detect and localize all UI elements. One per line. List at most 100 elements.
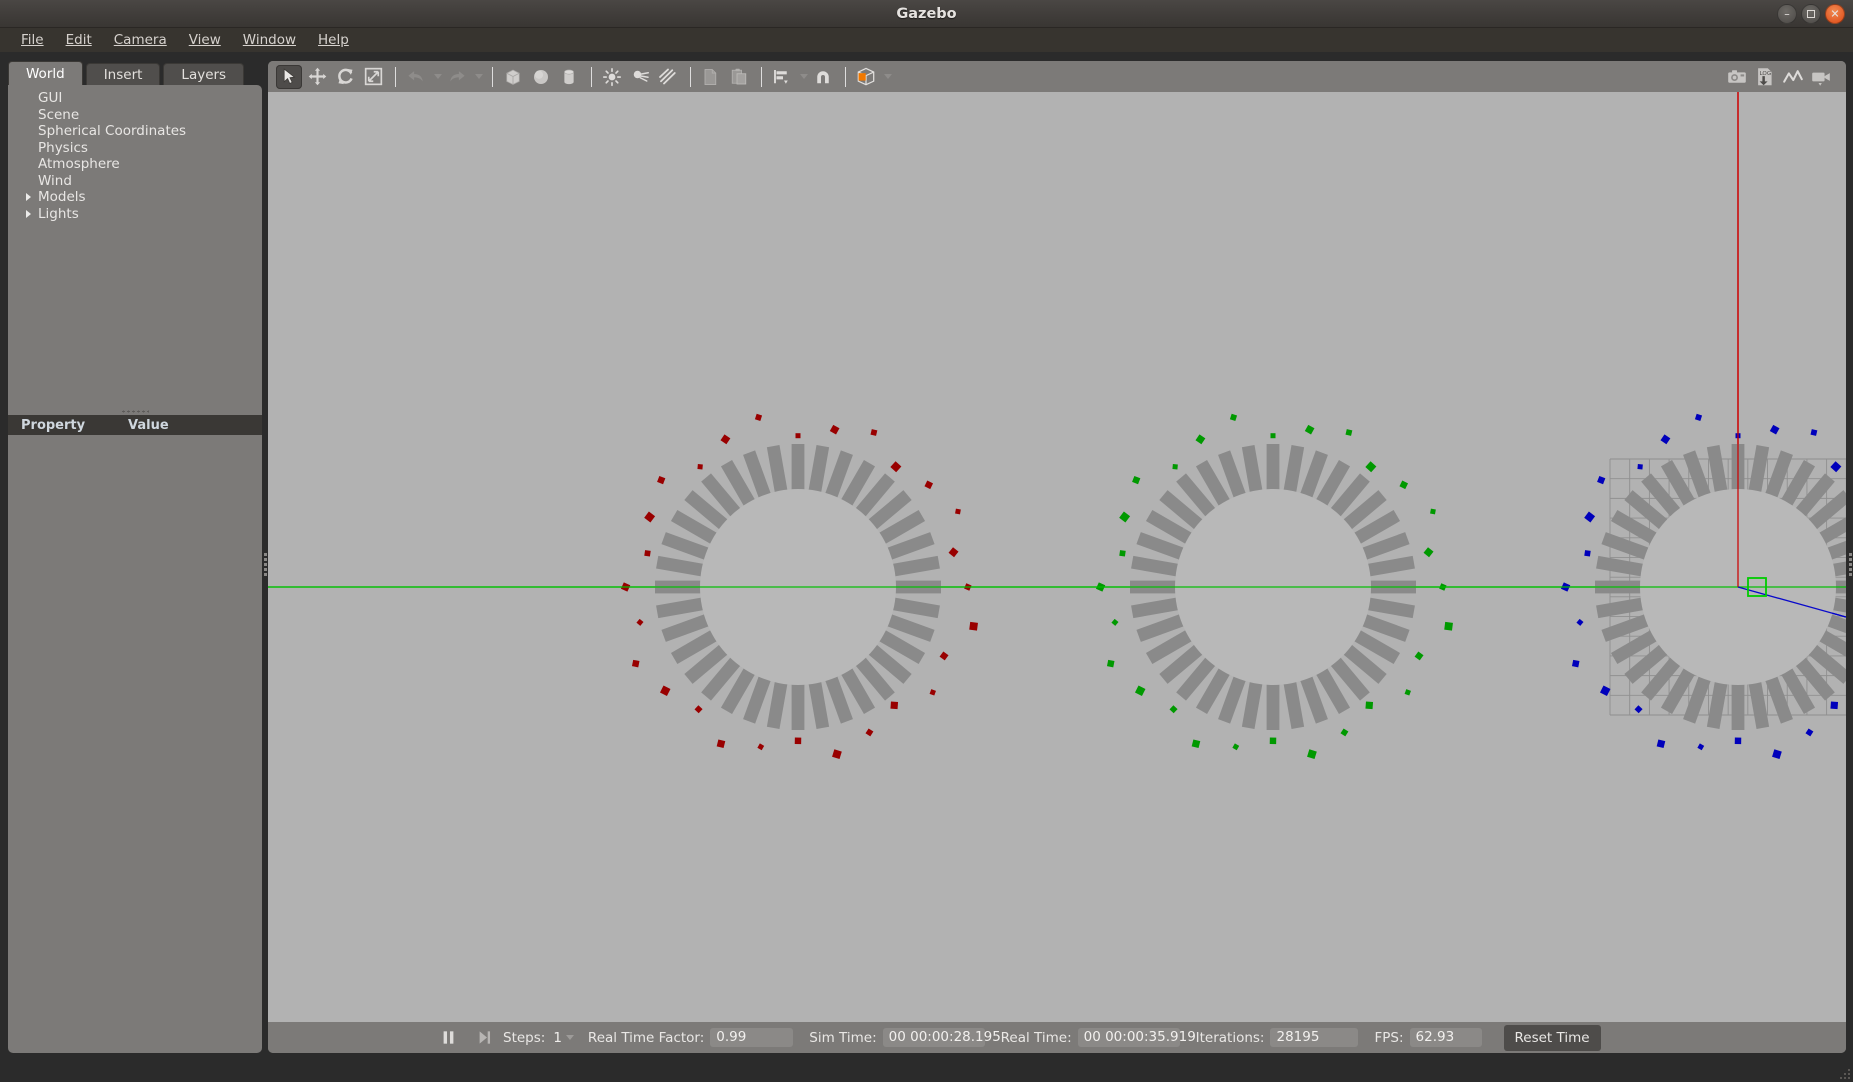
laser-point	[1769, 424, 1780, 435]
menu-edit[interactable]: Edit	[55, 30, 103, 50]
laser-point	[1191, 739, 1201, 749]
spoke	[890, 555, 940, 577]
tree-item-scene[interactable]: Scene	[8, 107, 262, 124]
title-bar: Gazebo – ✕	[0, 0, 1853, 28]
3d-viewport[interactable]	[268, 92, 1846, 1022]
step-button[interactable]	[471, 1026, 497, 1050]
minimize-button[interactable]: –	[1777, 4, 1797, 24]
undo-button[interactable]	[403, 65, 429, 89]
laser-point	[1119, 550, 1126, 557]
redo-dropdown-caret-icon[interactable]	[472, 65, 485, 89]
chevron-right-icon[interactable]	[26, 193, 31, 202]
tab-world[interactable]: World	[8, 61, 83, 85]
menu-camera[interactable]: Camera	[103, 30, 178, 50]
tree-item-spherical-coordinates[interactable]: Spherical Coordinates	[8, 123, 262, 140]
tree-item-label: Spherical Coordinates	[38, 123, 187, 139]
insert-cylinder-button[interactable]	[556, 65, 582, 89]
splitter-dot	[263, 557, 267, 561]
steps-value[interactable]: 1	[553, 1030, 562, 1046]
laser-point	[1656, 739, 1666, 749]
scale-mode-button[interactable]	[360, 65, 386, 89]
laser-point	[1444, 621, 1453, 631]
menu-help[interactable]: Help	[307, 30, 360, 50]
insert-box-button[interactable]	[500, 65, 526, 89]
laser-point	[929, 689, 936, 696]
tree-item-physics[interactable]: Physics	[8, 140, 262, 157]
real-time-factor-value: 0.99	[710, 1028, 794, 1047]
toolbar-separator	[492, 66, 493, 87]
laser-point	[939, 651, 949, 661]
spoke	[1131, 597, 1181, 619]
sim-time-value: 00 00:00:28.195	[882, 1028, 1001, 1047]
select-mode-button[interactable]	[276, 64, 302, 89]
right-viewport-splitter[interactable]	[1847, 551, 1853, 577]
snap-button[interactable]	[810, 65, 836, 89]
minimize-icon: –	[1784, 7, 1790, 21]
tree-item-models[interactable]: Models	[8, 189, 262, 206]
laser-point	[1576, 618, 1584, 626]
real-time-value: 00 00:00:35.919	[1077, 1028, 1196, 1047]
column-header-value: Value	[128, 417, 169, 433]
insert-spot-light-button[interactable]	[627, 65, 653, 89]
laser-point	[1810, 429, 1818, 436]
copy-button[interactable]	[698, 65, 724, 89]
reset-time-button[interactable]: Reset Time	[1503, 1024, 1601, 1051]
pause-button[interactable]	[435, 1026, 461, 1050]
log-record-button[interactable]: LOG	[1752, 65, 1778, 89]
tree-item-atmosphere[interactable]: Atmosphere	[8, 156, 262, 173]
toolbar-right-group: LOG	[1724, 61, 1836, 92]
laser-point	[1414, 651, 1424, 661]
rotate-mode-button[interactable]	[332, 65, 358, 89]
toolbar-separator	[591, 66, 592, 87]
property-table-body[interactable]	[8, 435, 262, 1053]
menu-view[interactable]: View	[178, 30, 232, 50]
insert-point-light-button[interactable]	[599, 65, 625, 89]
tab-insert[interactable]: Insert	[85, 63, 161, 85]
insert-directional-light-button[interactable]	[655, 65, 681, 89]
iterations-label: Iterations:	[1195, 1029, 1265, 1046]
view-angle-icon	[857, 67, 875, 85]
screenshot-button[interactable]	[1724, 65, 1750, 89]
snap-icon	[817, 70, 829, 83]
laser-point	[1269, 737, 1277, 745]
view-angle-button[interactable]	[853, 65, 879, 89]
laser-point	[1365, 701, 1374, 710]
laser-point	[1599, 685, 1611, 697]
laser-point	[1430, 508, 1436, 515]
spoke	[1283, 445, 1305, 495]
laser-point	[1172, 464, 1178, 470]
tree-item-wind[interactable]: Wind	[8, 173, 262, 190]
view-angle-dropdown-caret-icon[interactable]	[881, 65, 894, 89]
plot-icon	[1783, 69, 1803, 83]
spoke	[1266, 444, 1280, 492]
paste-button[interactable]	[726, 65, 752, 89]
close-button[interactable]: ✕	[1825, 4, 1845, 24]
spoke	[1731, 682, 1745, 730]
window-resize-grip[interactable]	[1838, 1067, 1850, 1079]
menu-window[interactable]: Window	[232, 30, 307, 50]
undo-dropdown-caret-icon[interactable]	[431, 65, 444, 89]
close-icon: ✕	[1830, 7, 1840, 21]
tree-item-gui[interactable]: GUI	[8, 90, 262, 107]
laser-point	[644, 550, 651, 557]
maximize-button[interactable]	[1801, 4, 1821, 24]
steps-dropdown-caret-icon[interactable]	[565, 1035, 574, 1040]
spoke	[1596, 555, 1646, 577]
maximize-icon	[1807, 10, 1815, 18]
chevron-right-icon[interactable]	[26, 209, 31, 218]
insert-sphere-button[interactable]	[528, 65, 554, 89]
tab-layers[interactable]: Layers	[163, 63, 245, 85]
menu-file[interactable]: File	[10, 30, 55, 50]
translate-mode-button[interactable]	[304, 65, 330, 89]
left-viewport-splitter[interactable]	[262, 551, 268, 577]
align-dropdown-caret-icon[interactable]	[797, 65, 810, 89]
spoke	[1283, 679, 1305, 729]
redo-button[interactable]	[444, 65, 470, 89]
spoke	[890, 597, 940, 619]
panel-splitter-handle[interactable]	[8, 407, 262, 415]
align-button[interactable]	[769, 65, 795, 89]
plot-button[interactable]	[1780, 65, 1806, 89]
splitter-dot	[1848, 562, 1852, 566]
tree-item-lights[interactable]: Lights	[8, 206, 262, 223]
video-record-button[interactable]	[1808, 65, 1834, 89]
